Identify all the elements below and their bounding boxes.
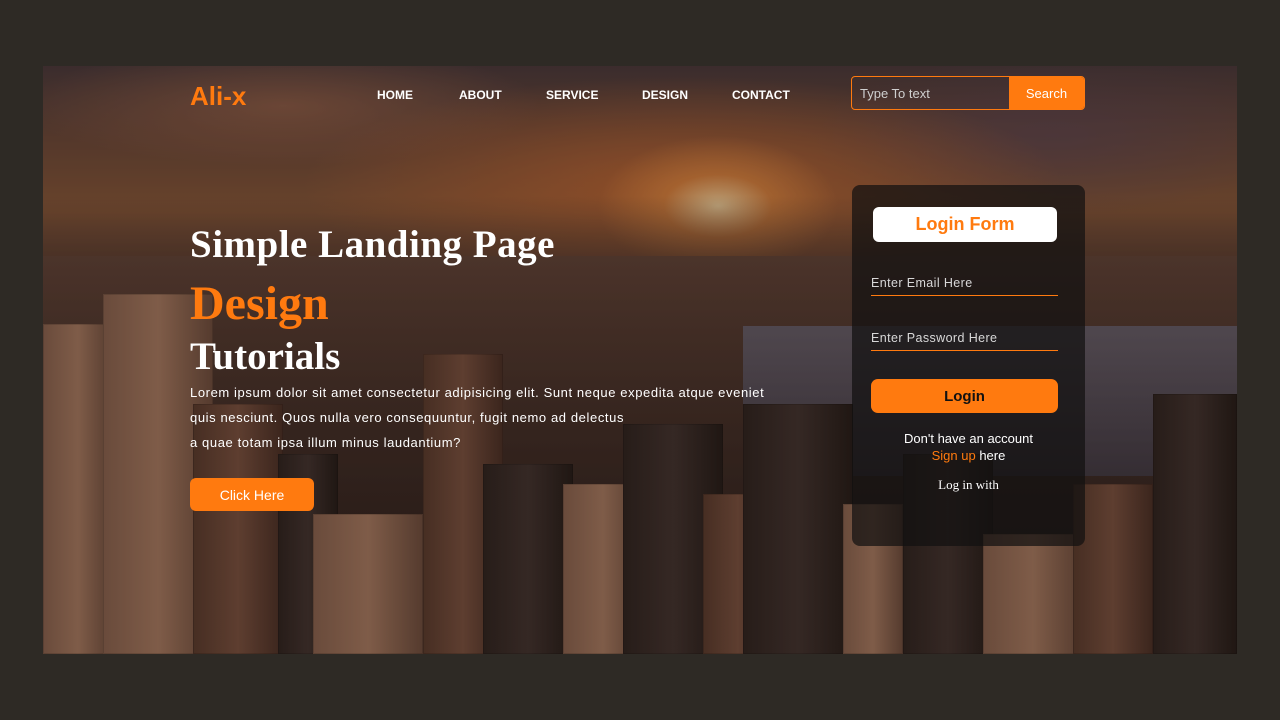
hero-description: Lorem ipsum dolor sit amet consectetur a… — [190, 384, 790, 459]
logo[interactable]: Ali-x — [190, 81, 246, 112]
nav-contact[interactable]: CONTACT — [732, 88, 790, 102]
signup-line: Sign up here — [852, 447, 1085, 464]
password-field[interactable] — [871, 325, 1058, 351]
email-field[interactable] — [871, 270, 1058, 296]
login-with-text: Log in with — [938, 477, 999, 492]
nav-about[interactable]: ABOUT — [459, 88, 502, 102]
no-account-text: Don't have an account — [904, 431, 1033, 446]
nav-service[interactable]: SERVICE — [546, 88, 598, 102]
hero-description-line: a quae totam ipsa illum minus laudantium… — [190, 435, 462, 450]
click-here-button[interactable]: Click Here — [190, 478, 314, 511]
hero-title-line3: Tutorials — [190, 335, 341, 378]
search-input[interactable] — [852, 77, 1009, 109]
login-button[interactable]: Login — [871, 379, 1058, 413]
hero-description-line: quis nesciunt. Quos nulla vero consequun… — [190, 410, 625, 425]
search-button[interactable]: Search — [1009, 77, 1084, 109]
signup-suffix: here — [975, 448, 1006, 463]
login-card: Login Form Login Don't have an account S… — [852, 185, 1085, 546]
hero-description-line: Lorem ipsum dolor sit amet consectetur a… — [190, 385, 765, 400]
signup-prompt: Don't have an account Sign up here — [852, 430, 1085, 464]
nav-design[interactable]: DESIGN — [642, 88, 688, 102]
nav-home[interactable]: HOME — [377, 88, 413, 102]
login-form-title: Login Form — [873, 207, 1057, 242]
hero-title-line1: Simple Landing Page — [190, 223, 555, 266]
signup-link[interactable]: Sign up — [932, 448, 976, 463]
hero-title-highlight: Design — [190, 277, 329, 330]
search-bar: Search — [851, 76, 1085, 110]
